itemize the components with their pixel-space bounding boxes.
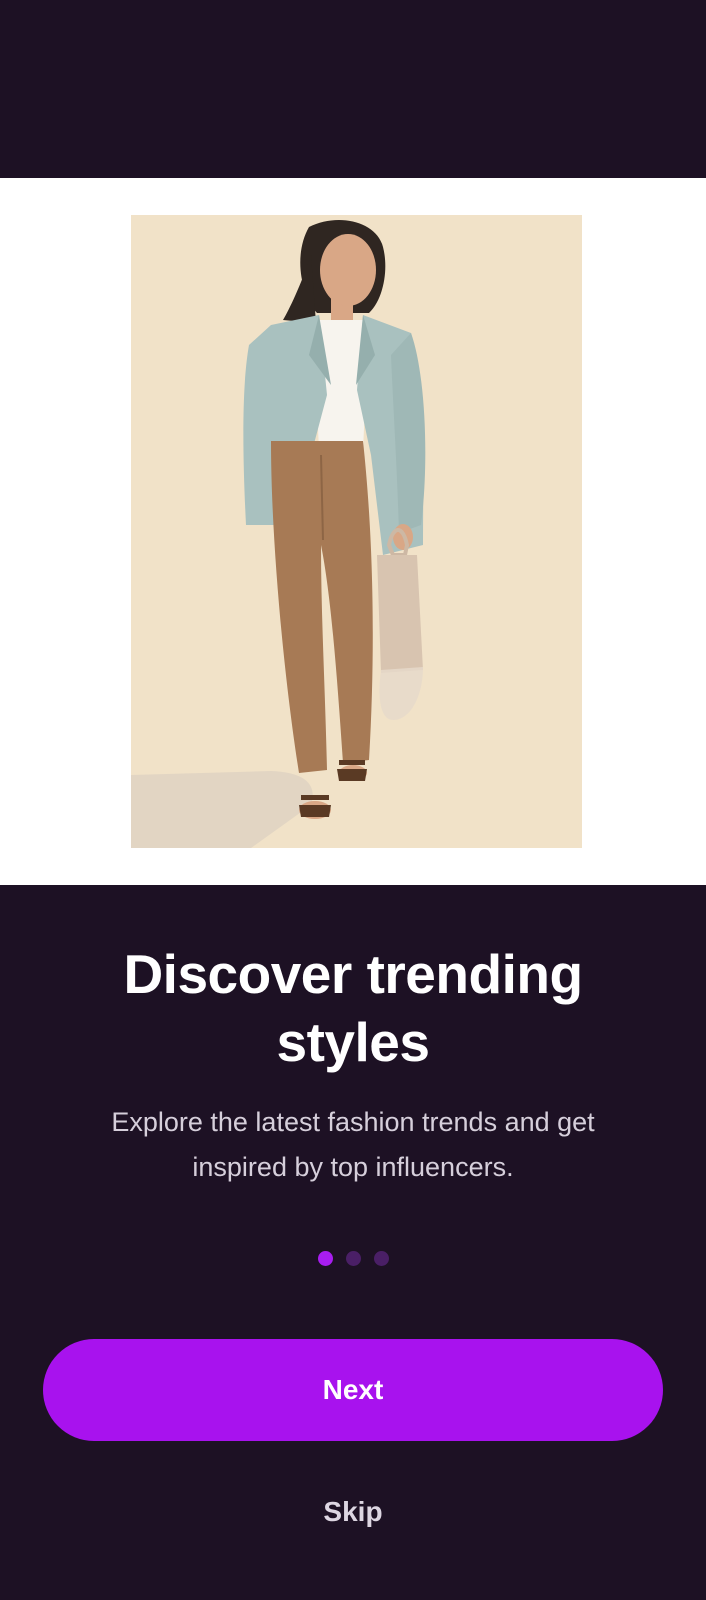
page-dot-3[interactable] [373,1251,389,1266]
page-dot-1-active[interactable] [317,1251,333,1266]
hero-band [0,178,706,885]
skip-button[interactable]: Skip [253,1482,453,1542]
onboarding-subtitle: Explore the latest fashion trends and ge… [111,1107,595,1182]
onboarding-text: Discover trending styles Explore the lat… [0,940,706,1190]
onboarding-screen: Discover trending styles Explore the lat… [0,0,706,1600]
page-dot-2[interactable] [345,1251,361,1266]
fashion-illustration [131,215,582,848]
page-indicator [0,1251,706,1267]
onboarding-title: Discover trending styles [123,943,583,1073]
next-button[interactable]: Next [43,1339,663,1441]
